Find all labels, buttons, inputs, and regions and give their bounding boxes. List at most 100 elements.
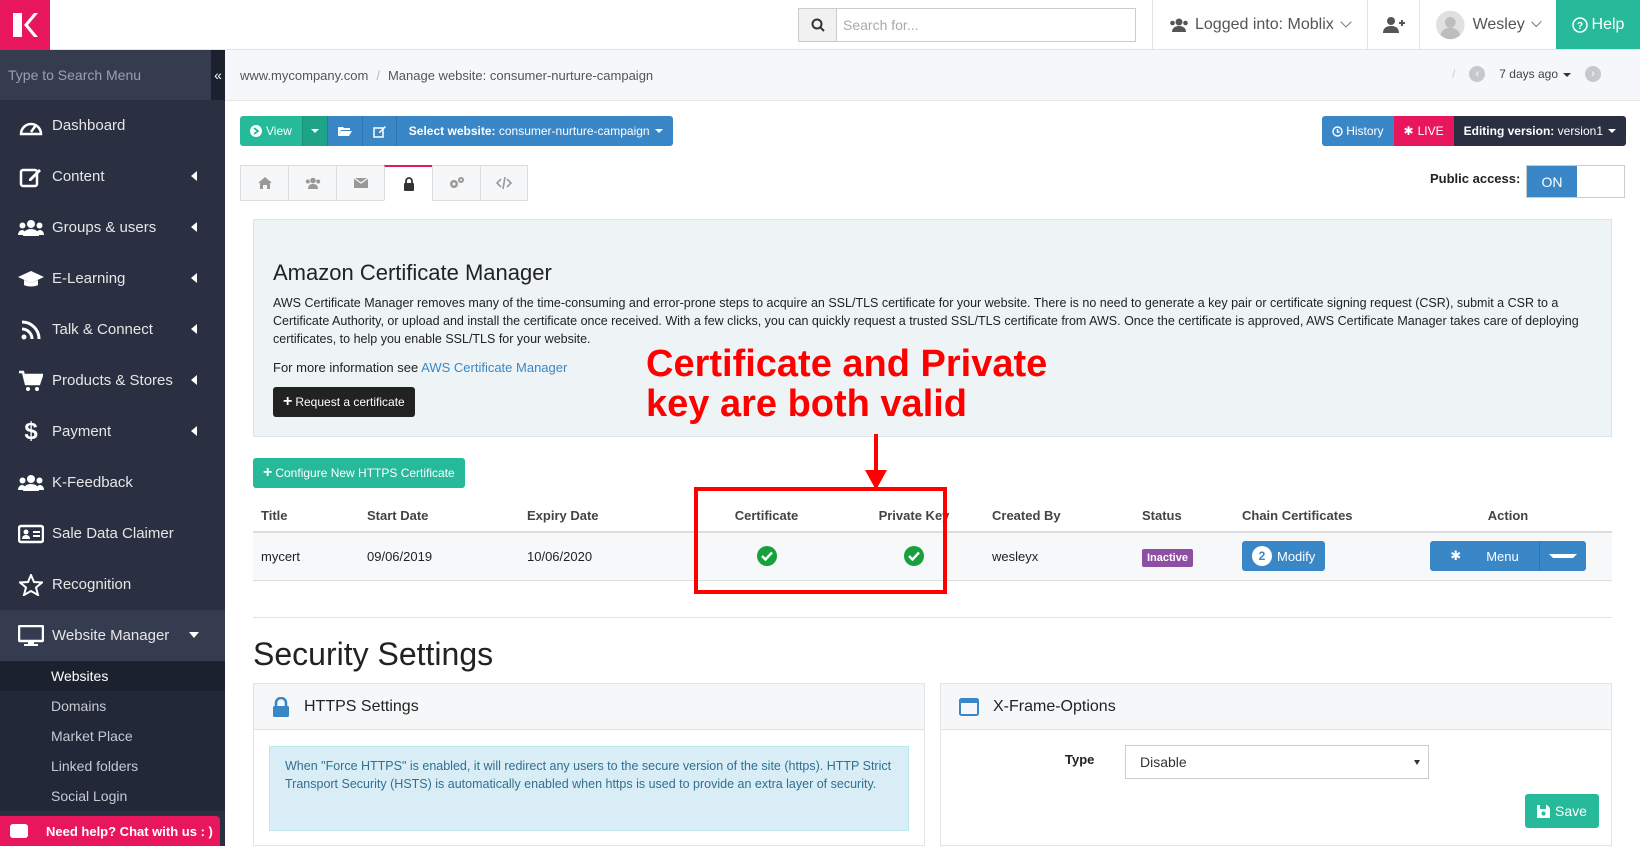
chat-label: Need help? Chat with us : ) <box>46 823 213 839</box>
more-info-prefix: For more information see <box>273 360 419 375</box>
col-expiry-date: Expiry Date <box>519 500 689 533</box>
col-status: Status <box>1134 500 1234 533</box>
add-user-icon <box>1382 16 1405 33</box>
avatar <box>1436 10 1465 39</box>
collapse-sidebar-icon[interactable]: « <box>211 50 225 100</box>
chat-button[interactable]: Need help? Chat with us : ) <box>0 816 220 846</box>
request-certificate-button[interactable]: + Request a certificate <box>273 387 415 417</box>
sidebar-subitem-linked-folders[interactable]: Linked folders <box>0 751 225 781</box>
lock-icon <box>272 696 290 717</box>
sidebar: « Dashboard Content Groups & users E-Lea… <box>0 50 225 846</box>
sidebar-subitem-domains[interactable]: Domains <box>0 691 225 721</box>
sidebar-item-content[interactable]: Content <box>0 151 225 202</box>
tab-users[interactable] <box>288 165 336 201</box>
breadcrumb-separator: / <box>376 68 380 83</box>
logged-into-label: Logged into: Moblix <box>1195 15 1334 33</box>
edit-icon <box>16 165 46 189</box>
add-user-button[interactable] <box>1367 0 1419 49</box>
section-divider <box>253 617 1612 618</box>
tab-security[interactable] <box>384 165 432 201</box>
star-icon <box>16 573 46 597</box>
sidebar-item-payment[interactable]: $ Payment <box>0 406 225 457</box>
arrow-left-icon[interactable]: ‹ <box>1469 66 1486 82</box>
search-button[interactable] <box>799 9 837 41</box>
chevron-down-icon <box>1530 16 1542 28</box>
arrow-right-icon[interactable]: › <box>1585 66 1601 82</box>
sidebar-item-k-feedback[interactable]: K-Feedback <box>0 457 225 508</box>
public-access-toggle[interactable]: ON <box>1526 165 1625 198</box>
public-access-label: Public access: <box>1430 171 1521 186</box>
tab-email[interactable] <box>336 165 384 201</box>
user-menu[interactable]: Wesley <box>1419 0 1556 49</box>
sidebar-item-dashboard[interactable]: Dashboard <box>0 100 225 151</box>
sidebar-item-label: Products & Stores <box>52 372 173 389</box>
plus-icon: + <box>263 464 273 481</box>
caret-down-icon <box>310 129 319 133</box>
help-button[interactable]: ? Help <box>1556 0 1640 49</box>
caret-down-icon <box>1414 760 1420 765</box>
live-button[interactable]: ✱ LIVE <box>1393 116 1454 146</box>
chevron-down-icon <box>1340 16 1352 28</box>
sidebar-item-talk-connect[interactable]: Talk & Connect <box>0 304 225 355</box>
sidebar-item-sale-data-claimer[interactable]: Sale Data Claimer <box>0 508 225 559</box>
search-icon <box>811 18 825 32</box>
rss-icon <box>16 318 46 342</box>
sidebar-item-label: Recognition <box>52 576 132 593</box>
chevron-left-icon <box>191 222 197 232</box>
help-label: Help <box>1591 15 1625 33</box>
sidebar-item-website-manager[interactable]: Website Manager <box>0 610 225 661</box>
breadcrumb-current: Manage website: consumer-nurture-campaig… <box>387 68 654 83</box>
editing-version-dropdown[interactable]: Editing version: version1 <box>1453 116 1626 146</box>
time-dropdown[interactable]: 7 days ago <box>1499 67 1571 81</box>
sidebar-item-recognition[interactable]: Recognition <box>0 559 225 610</box>
select-website-prefix: Select website: <box>408 124 496 138</box>
select-website-dropdown[interactable]: Select website: consumer-nurture-campaig… <box>395 116 673 146</box>
chat-bubble-icon <box>10 824 28 838</box>
tab-home[interactable] <box>240 165 288 201</box>
action-menu: ✱ Menu <box>1430 541 1586 572</box>
tab-code[interactable] <box>480 165 528 201</box>
version-nav: / ‹ 7 days ago › <box>1452 66 1615 82</box>
sidebar-subitem-market-place[interactable]: Market Place <box>0 721 225 751</box>
view-dropdown-toggle[interactable] <box>301 116 327 146</box>
col-chain-certificates: Chain Certificates <box>1234 500 1404 533</box>
editing-value: version1 <box>1557 124 1603 138</box>
sidebar-search-input[interactable] <box>0 67 200 83</box>
xframe-type-select[interactable]: Disable <box>1125 745 1429 779</box>
col-created-by: Created By <box>984 500 1134 533</box>
status-badge: Inactive <box>1142 548 1193 567</box>
edit-website-button[interactable] <box>361 116 396 146</box>
graduation-cap-icon <box>16 267 46 291</box>
configure-certificate-button[interactable]: + Configure New HTTPS Certificate <box>253 458 465 488</box>
envelope-icon <box>353 178 368 188</box>
sidebar-subitem-social-login[interactable]: Social Login <box>0 781 225 811</box>
sidebar-item-e-learning[interactable]: E-Learning <box>0 253 225 304</box>
action-dropdown-toggle[interactable] <box>1538 541 1586 572</box>
modify-chain-button[interactable]: 2 Modify <box>1242 541 1326 572</box>
sidebar-subitem-websites[interactable]: Websites <box>0 661 225 691</box>
acm-link[interactable]: AWS Certificate Manager <box>421 360 567 375</box>
logged-into-dropdown[interactable]: Logged into: Moblix <box>1152 0 1367 49</box>
history-button[interactable]: History <box>1322 116 1394 146</box>
view-button[interactable]: View <box>240 116 302 146</box>
clock-icon <box>1332 125 1343 137</box>
annotation-text: Certificate and Private key are both val… <box>646 344 1047 424</box>
action-menu-button[interactable]: ✱ Menu <box>1430 541 1539 572</box>
sidebar-search: « <box>0 50 225 100</box>
xframe-panel-title: X-Frame-Options <box>993 697 1116 715</box>
open-folder-button[interactable] <box>326 116 362 146</box>
sidebar-item-groups-users[interactable]: Groups & users <box>0 202 225 253</box>
app-logo[interactable] <box>0 0 50 50</box>
sidebar-item-products-stores[interactable]: Products & Stores <box>0 355 225 406</box>
cert-status-cell: Inactive <box>1134 532 1234 581</box>
sidebar-item-label: Sale Data Claimer <box>52 525 174 542</box>
breadcrumb-root[interactable]: www.mycompany.com <box>240 68 368 83</box>
search-input[interactable] <box>837 9 1135 41</box>
configure-label: Configure New HTTPS Certificate <box>275 466 455 480</box>
save-button[interactable]: Save <box>1525 794 1599 828</box>
cert-title: mycert <box>253 532 359 581</box>
security-settings-title: Security Settings <box>253 636 494 672</box>
dollar-icon: $ <box>24 417 38 445</box>
tab-settings[interactable] <box>432 165 480 201</box>
editing-prefix: Editing version: <box>1463 124 1555 138</box>
